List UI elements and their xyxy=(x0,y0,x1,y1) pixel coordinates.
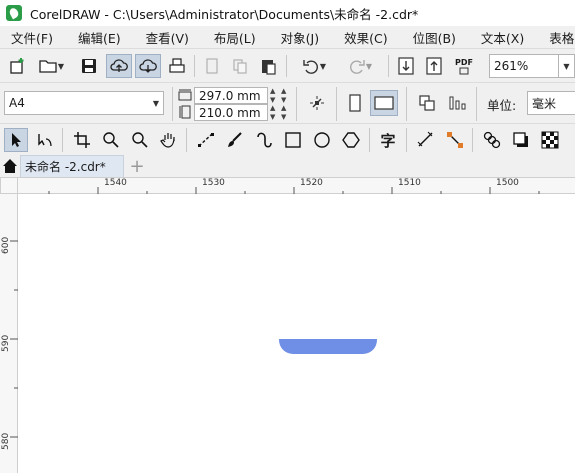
hruler-label: 1530 xyxy=(202,178,225,188)
page-width-stepper[interactable]: ▲ ▼ xyxy=(270,87,275,105)
blue-rounded-shape[interactable] xyxy=(279,339,377,354)
document-tab-label: 未命名 -2.cdr* xyxy=(25,160,106,174)
units-label: 单位: xyxy=(487,98,517,113)
cloud-upload-icon[interactable] xyxy=(106,54,132,78)
zoom-dropdown-icon[interactable]: ▼ xyxy=(559,54,575,78)
drawing-canvas[interactable] xyxy=(18,194,575,473)
menu-layout[interactable]: 布局(L) xyxy=(210,28,260,47)
page-size-select[interactable]: A4 ▼ xyxy=(4,91,164,115)
cut-icon[interactable] xyxy=(201,55,223,77)
title-bar: CorelDRAW - C:\Users\Administrator\Docum… xyxy=(0,0,575,26)
hruler-label: 1520 xyxy=(300,178,323,188)
redo-icon[interactable]: ▼ xyxy=(340,55,380,77)
vruler-label: 580 xyxy=(1,432,11,450)
hruler-label: 1500 xyxy=(496,178,519,188)
publish-pdf-icon[interactable]: PDF xyxy=(451,54,477,78)
menu-effects[interactable]: 效果(C) xyxy=(340,28,391,47)
artistic-media-tool-icon[interactable] xyxy=(223,128,247,152)
page-height-stepper[interactable]: ▲ ▼ xyxy=(270,104,275,122)
page-height-input[interactable]: 210.0 mm xyxy=(194,104,268,121)
coreldraw-logo-icon xyxy=(6,5,22,21)
property-bar: A4 ▼ 297.0 mm ▲ ▼ 210.0 mm ▲ ▼ ▲ ▼ ▲ ▼ 单位: 毫… xyxy=(0,82,575,123)
cloud-sync-icon[interactable] xyxy=(135,54,161,78)
page-position-icon[interactable] xyxy=(306,92,328,114)
open-folder-icon[interactable]: ▼ xyxy=(34,55,68,77)
new-document-icon[interactable] xyxy=(6,55,28,77)
current-page-icon[interactable] xyxy=(446,92,468,114)
open-dropdown-icon[interactable]: ▼ xyxy=(58,62,64,71)
ruler-origin-corner[interactable] xyxy=(0,177,18,194)
parallel-dimension-tool-icon[interactable] xyxy=(414,128,438,152)
hruler-label: 1510 xyxy=(398,178,421,188)
page-width-value: 297.0 mm xyxy=(199,88,261,103)
page-width-nudge[interactable]: ▲ ▼ xyxy=(281,87,286,105)
add-document-tab-button[interactable]: + xyxy=(126,155,148,177)
portrait-orientation-icon[interactable] xyxy=(344,92,366,114)
menu-table[interactable]: 表格(T) xyxy=(545,28,575,47)
redo-dropdown-icon[interactable]: ▼ xyxy=(366,62,372,71)
pdf-label: PDF xyxy=(455,57,473,67)
menu-bar: 文件(F) 编辑(E) 查看(V) 布局(L) 对象(J) 效果(C) 位图(B… xyxy=(0,26,575,48)
hruler-label: 1540 xyxy=(104,178,127,188)
undo-dropdown-icon[interactable]: ▼ xyxy=(320,62,326,71)
shape-tool-icon[interactable] xyxy=(33,128,57,152)
undo-icon[interactable]: ▼ xyxy=(294,55,334,77)
page-size-dropdown-icon: ▼ xyxy=(152,98,159,108)
crop-tool-icon[interactable] xyxy=(70,128,94,152)
menu-object[interactable]: 对象(J) xyxy=(277,28,323,47)
toolbox: 字 xyxy=(0,123,575,155)
polygon-tool-icon[interactable] xyxy=(339,128,363,152)
zoom-level-input[interactable]: 261% xyxy=(489,54,559,78)
page-width-icon xyxy=(177,87,193,103)
page-width-input[interactable]: 297.0 mm xyxy=(194,87,268,104)
blend-tool-icon[interactable] xyxy=(480,128,504,152)
paste-icon[interactable] xyxy=(257,55,279,77)
page-size-value: A4 xyxy=(9,96,25,110)
units-value: 毫米 xyxy=(532,96,557,111)
menu-edit[interactable]: 编辑(E) xyxy=(74,28,125,47)
units-select[interactable]: 毫米 xyxy=(527,91,575,115)
bezier-tool-icon[interactable] xyxy=(194,128,218,152)
page-height-nudge[interactable]: ▲ ▼ xyxy=(281,104,286,122)
vruler-label: 590 xyxy=(1,334,11,352)
rectangle-tool-icon[interactable] xyxy=(281,128,305,152)
horizontal-ruler[interactable]: 1540 1530 1520 1510 1500 xyxy=(18,177,575,195)
page-height-icon xyxy=(177,104,193,120)
text-tool-icon[interactable]: 字 xyxy=(376,128,400,152)
ellipse-tool-icon[interactable] xyxy=(310,128,334,152)
pan-tool-icon[interactable] xyxy=(157,128,181,152)
zoom-level-value: 261% xyxy=(494,59,529,73)
print-icon[interactable] xyxy=(166,55,188,77)
transparency-tool-icon[interactable] xyxy=(538,128,562,152)
menu-bitmaps[interactable]: 位图(B) xyxy=(409,28,460,47)
connector-tool-icon[interactable] xyxy=(443,128,467,152)
import-icon[interactable] xyxy=(395,55,417,77)
document-tab-bar: 未命名 -2.cdr* + xyxy=(0,155,575,177)
save-icon[interactable] xyxy=(78,55,100,77)
vertical-ruler[interactable]: 600 590 580 xyxy=(0,194,18,473)
menu-text[interactable]: 文本(X) xyxy=(477,28,528,47)
landscape-orientation-icon[interactable] xyxy=(370,90,398,116)
menu-file[interactable]: 文件(F) xyxy=(7,28,57,47)
all-pages-icon[interactable] xyxy=(416,92,438,114)
export-icon[interactable] xyxy=(423,55,445,77)
vruler-label: 600 xyxy=(1,236,11,254)
pick-tool-icon[interactable] xyxy=(4,128,28,152)
standard-toolbar: ▼ ▼ ▼ PDF 261% ▼ xyxy=(0,48,575,82)
welcome-home-icon[interactable] xyxy=(1,157,19,175)
zoom-tool-icon[interactable] xyxy=(99,128,123,152)
window-title: CorelDRAW - C:\Users\Administrator\Docum… xyxy=(30,6,419,22)
zoom-out-tool-icon[interactable] xyxy=(128,128,152,152)
page-height-value: 210.0 mm xyxy=(199,105,261,120)
drop-shadow-tool-icon[interactable] xyxy=(509,128,533,152)
smart-drawing-tool-icon[interactable] xyxy=(252,128,276,152)
document-tab[interactable]: 未命名 -2.cdr* xyxy=(20,155,124,177)
copy-icon[interactable] xyxy=(229,55,251,77)
menu-view[interactable]: 查看(V) xyxy=(142,28,193,47)
